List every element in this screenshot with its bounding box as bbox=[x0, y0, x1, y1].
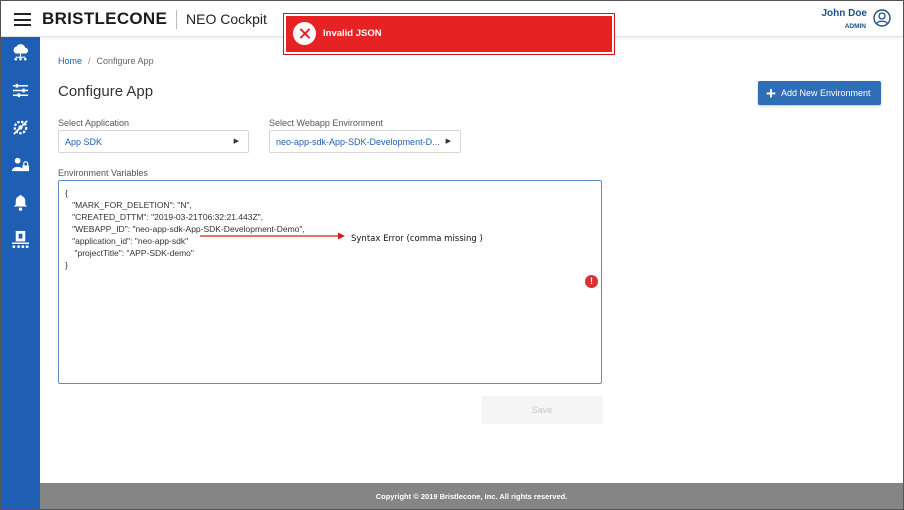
add-new-environment-label: Add New Environment bbox=[780, 88, 871, 98]
save-button[interactable]: Save bbox=[481, 396, 603, 424]
page-title: Configure App bbox=[58, 83, 154, 100]
product-name: NEO Cockpit bbox=[186, 11, 267, 27]
webapp-environment-label: Select Webapp Environment bbox=[269, 118, 383, 128]
breadcrumb-home[interactable]: Home bbox=[58, 56, 82, 66]
user-avatar-icon[interactable] bbox=[873, 9, 891, 27]
syntax-error-annotation: Syntax Error (comma missing ) bbox=[351, 234, 483, 244]
breadcrumb-current: Configure App bbox=[96, 56, 154, 66]
application-label: Select Application bbox=[58, 118, 130, 128]
annotation-arrow-icon bbox=[200, 232, 345, 240]
user-role: ADMIN bbox=[844, 23, 866, 30]
webapp-environment-select[interactable]: neo-app-sdk-App-SDK-Development-D... ▶ bbox=[269, 130, 461, 153]
caret-right-icon: ▶ bbox=[445, 138, 451, 145]
environment-variables-editor[interactable]: { "MARK_FOR_DELETION": "N", "CREATED_DTT… bbox=[58, 180, 602, 384]
brand-logo: BRISTLECONE bbox=[42, 9, 168, 28]
json-line: } bbox=[65, 260, 68, 270]
brand-divider bbox=[176, 10, 177, 29]
plus-icon: + bbox=[766, 83, 776, 103]
json-line: "MARK_FOR_DELETION": "N", bbox=[65, 200, 192, 210]
application-select-value: App SDK bbox=[65, 137, 103, 147]
application-select[interactable]: App SDK ▶ bbox=[58, 130, 249, 153]
user-name[interactable]: John Doe bbox=[821, 8, 867, 19]
environment-variables-label: Environment Variables bbox=[58, 168, 148, 178]
toast-message: Invalid JSON bbox=[323, 28, 382, 39]
webapp-environment-select-value: neo-app-sdk-App-SDK-Development-D... bbox=[276, 137, 440, 147]
settings-tools-icon[interactable] bbox=[11, 118, 30, 137]
json-line: { bbox=[65, 188, 68, 198]
footer: Copyright © 2019 Bristlecone, Inc. All r… bbox=[40, 483, 903, 509]
json-line: "projectTitle": "APP-SDK-demo" bbox=[65, 248, 194, 258]
caret-right-icon: ▶ bbox=[233, 138, 239, 145]
package-conveyor-icon[interactable] bbox=[11, 230, 30, 249]
sliders-icon[interactable] bbox=[11, 81, 30, 100]
error-toast: Invalid JSON bbox=[283, 13, 615, 55]
error-toast-body: Invalid JSON bbox=[286, 16, 612, 52]
cloud-network-icon[interactable] bbox=[11, 43, 30, 62]
sidebar bbox=[1, 37, 40, 509]
close-circle-icon[interactable] bbox=[293, 22, 316, 45]
json-line: "CREATED_DTTM": "2019-03-21T06:32:21.443… bbox=[65, 212, 264, 222]
breadcrumb-separator: / bbox=[88, 56, 91, 66]
bell-icon[interactable] bbox=[11, 193, 30, 212]
error-alert-icon: ! bbox=[585, 275, 598, 288]
json-line: "application_id": "neo-app-sdk" bbox=[65, 236, 189, 246]
breadcrumb: Home / Configure App bbox=[58, 56, 154, 66]
add-new-environment-button[interactable]: + Add New Environment bbox=[758, 81, 881, 105]
menu-icon[interactable] bbox=[14, 13, 31, 26]
json-text[interactable]: { "MARK_FOR_DELETION": "N", "CREATED_DTT… bbox=[65, 187, 305, 271]
user-lock-icon[interactable] bbox=[11, 155, 30, 174]
